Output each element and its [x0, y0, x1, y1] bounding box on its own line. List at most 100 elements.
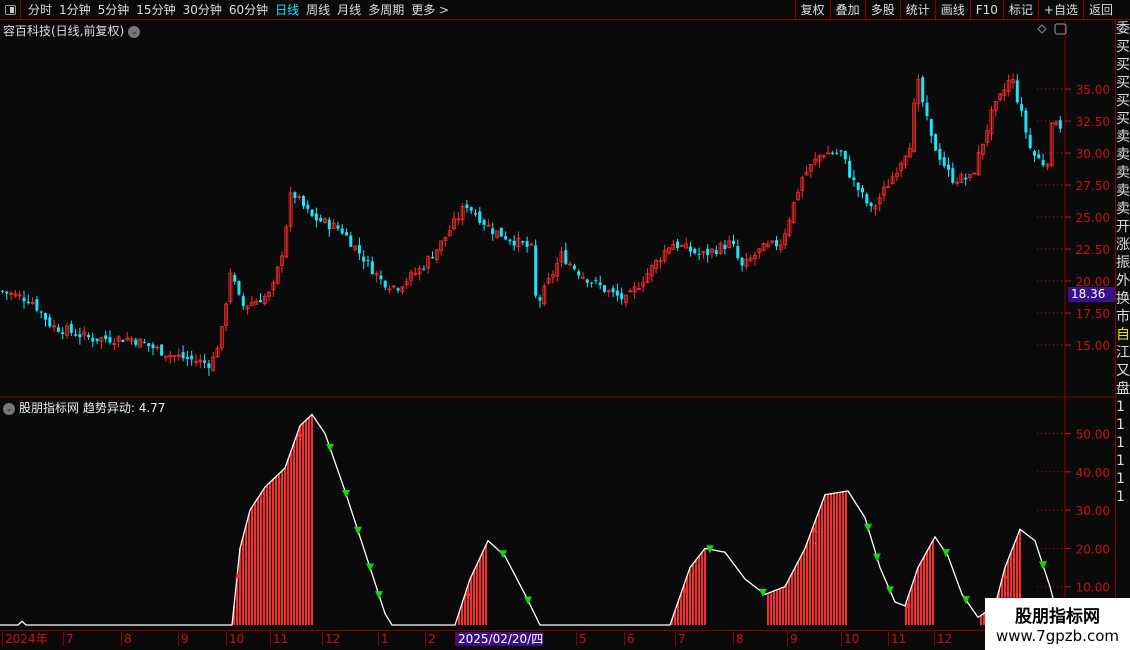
candle: [280, 251, 284, 273]
indicator-line: [0, 413, 1060, 626]
candle: [306, 200, 310, 213]
chevron-down-icon[interactable]: ⌄: [3, 402, 15, 415]
candle: [1002, 82, 1007, 101]
side-label: 买: [1116, 75, 1130, 91]
candle: [249, 295, 254, 307]
candle: [615, 283, 619, 302]
time-label: 11: [270, 632, 288, 646]
candle: [345, 228, 348, 237]
candle: [895, 167, 899, 182]
candle: [804, 165, 809, 176]
candle: [753, 251, 757, 266]
candle: [654, 259, 658, 274]
indicator-axis-label: 10.00: [1076, 581, 1110, 595]
time-label: 7: [675, 632, 686, 646]
price-axis-label: 17.50: [1076, 307, 1110, 321]
price-axis-label: 22.50: [1076, 243, 1110, 257]
chart-canvas[interactable]: 35.00 32.50 30.00 27.50 25.00 22.50 20.00 17.50…: [0, 0, 1130, 650]
down-arrow-icon: [1039, 561, 1047, 570]
candle: [1006, 74, 1011, 97]
candle: [680, 243, 684, 247]
candle: [22, 290, 26, 309]
candle: [843, 150, 847, 165]
down-arrow-icon: [886, 586, 894, 595]
candle: [474, 209, 477, 217]
candle: [912, 97, 916, 153]
candle: [701, 250, 706, 259]
candle: [404, 277, 409, 289]
candle: [620, 287, 624, 305]
candle: [160, 344, 164, 356]
candle: [163, 355, 168, 362]
candle: [35, 295, 39, 313]
indicator-axis-label: 50.00: [1076, 428, 1110, 442]
candle: [288, 186, 293, 232]
candle: [465, 200, 469, 213]
indicator-axis-label: 20.00: [1076, 542, 1110, 556]
time-label: 9: [787, 632, 798, 646]
candle: [929, 118, 933, 143]
candle: [5, 290, 9, 301]
candle: [319, 214, 323, 223]
diamond-icon[interactable]: [1037, 24, 1047, 34]
candle: [606, 289, 611, 297]
indicator-title[interactable]: ⌄ 股朋指标网 趋势异动: 4.77: [3, 399, 165, 416]
time-label: 10: [226, 632, 244, 646]
candle: [116, 335, 121, 348]
candle: [237, 280, 241, 296]
side-label: 卖: [1116, 165, 1130, 181]
candle: [732, 234, 735, 248]
candle: [981, 143, 985, 160]
candle: [521, 240, 525, 246]
panel-icon[interactable]: [1054, 23, 1067, 35]
candle: [551, 270, 555, 284]
candle: [632, 281, 637, 299]
candle: [112, 338, 117, 351]
candle: [434, 249, 439, 264]
candle: [13, 289, 18, 298]
candle: [30, 297, 35, 305]
candle: [964, 173, 968, 186]
candle: [452, 211, 456, 231]
candle: [297, 193, 302, 200]
price-axis-label: 25.00: [1076, 211, 1110, 225]
candle: [886, 178, 891, 188]
side-label: 1: [1116, 471, 1125, 487]
candle: [142, 338, 146, 344]
candle: [447, 224, 452, 237]
candle: [48, 313, 52, 329]
candle: [104, 330, 108, 343]
candle: [1037, 149, 1041, 159]
candle: [262, 293, 267, 306]
candle: [275, 266, 280, 285]
candle: [693, 247, 697, 255]
candle: [259, 293, 262, 303]
candle: [87, 332, 90, 340]
side-label: 开: [1116, 219, 1130, 235]
candle: [968, 173, 972, 182]
candle: [598, 275, 602, 290]
candle: [813, 152, 818, 166]
time-label: 1: [378, 632, 389, 646]
time-label: 9: [178, 632, 189, 646]
candle: [658, 257, 663, 269]
candle: [82, 326, 87, 340]
candle: [873, 203, 878, 216]
candle: [861, 185, 864, 199]
candle: [817, 154, 822, 168]
candle: [370, 256, 374, 275]
time-label: 6: [624, 632, 635, 646]
candle: [718, 241, 723, 255]
down-arrow-icon: [759, 588, 767, 597]
candle: [826, 145, 830, 155]
candle: [147, 343, 151, 352]
candle: [185, 350, 189, 366]
candle: [482, 218, 486, 231]
candle: [357, 237, 361, 261]
time-label: 11: [888, 632, 906, 646]
candle: [934, 133, 938, 151]
candle: [1024, 107, 1028, 139]
candle: [331, 219, 336, 229]
candle: [207, 359, 211, 376]
side-label: 市: [1116, 309, 1130, 325]
